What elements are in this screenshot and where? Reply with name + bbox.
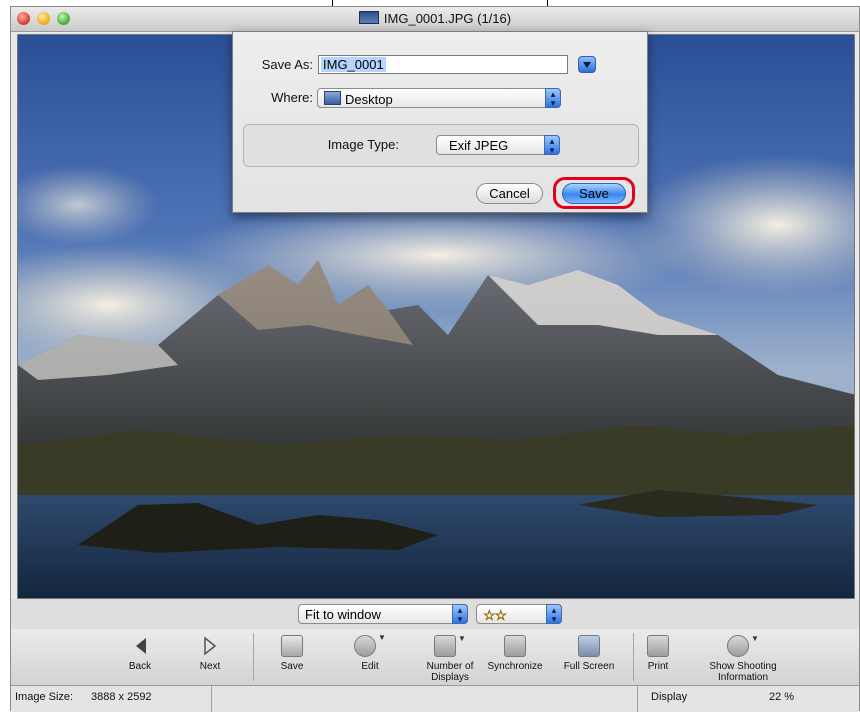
where-popup[interactable]: Desktop ▴ ▾ bbox=[317, 88, 561, 108]
popup-arrows-icon: ▴ ▾ bbox=[544, 135, 560, 155]
expand-dialog-button[interactable] bbox=[578, 56, 596, 73]
print-label: Print bbox=[647, 661, 669, 672]
title-bar[interactable]: IMG_0001.JPG (1/16) bbox=[11, 7, 859, 32]
image-type-popup[interactable]: Exif JPEG ▴ ▾ bbox=[436, 135, 560, 155]
image-file-icon bbox=[358, 11, 379, 24]
synchronize-label: Synchronize bbox=[487, 661, 543, 672]
edit-palette-icon: ▼ bbox=[331, 633, 409, 659]
full-screen-label: Full Screen bbox=[563, 661, 615, 672]
image-type-label: Image Type: bbox=[327, 137, 399, 152]
synchronize-button[interactable]: Synchronize bbox=[476, 633, 554, 672]
image-size-value: 3888 x 2592 bbox=[91, 691, 152, 703]
popup-arrows-icon: ▴ ▾ bbox=[452, 604, 468, 624]
image-type-group: Image Type: Exif JPEG ▴ ▾ bbox=[243, 124, 639, 167]
back-label: Back bbox=[128, 661, 152, 672]
save-dialog: Save As: IMG_0001 Where: Desktop ▴ ▾ Imag… bbox=[232, 31, 648, 213]
fit-to-window-select[interactable]: Fit to window ▴ ▾ bbox=[298, 604, 468, 624]
image-size-label: Image Size: bbox=[15, 691, 74, 703]
show-shooting-information-label: Show Shooting Information bbox=[709, 661, 777, 683]
save-as-value: IMG_0001 bbox=[321, 57, 386, 72]
save-button-highlight bbox=[553, 177, 635, 209]
where-label: Where: bbox=[271, 90, 313, 105]
printer-icon bbox=[619, 633, 697, 659]
desktop-folder-icon bbox=[324, 91, 341, 105]
edit-button[interactable]: ▼ Edit bbox=[331, 633, 409, 672]
popup-arrows-icon: ▴ ▾ bbox=[545, 88, 561, 108]
info-icon: ▼ bbox=[693, 633, 793, 659]
number-of-displays-label: Number of Displays bbox=[426, 661, 474, 683]
back-arrow-icon bbox=[136, 638, 146, 654]
image-viewer-window: IMG_0001.JPG (1/16) Save As: IMG_0001 Wh… bbox=[10, 6, 860, 712]
save-folder-icon bbox=[253, 633, 331, 659]
next-arrow-icon bbox=[204, 636, 217, 656]
fit-value: Fit to window bbox=[305, 607, 381, 622]
status-separator bbox=[211, 686, 212, 712]
popup-arrows-icon: ▴ ▾ bbox=[546, 604, 562, 624]
next-button[interactable]: Next bbox=[171, 633, 249, 672]
show-shooting-information-button[interactable]: ▼ Show Shooting Information bbox=[693, 633, 793, 683]
cancel-button[interactable]: Cancel bbox=[476, 183, 543, 204]
full-screen-button[interactable]: Full Screen bbox=[550, 633, 628, 672]
back-button[interactable]: Back bbox=[101, 633, 179, 672]
where-value: Desktop bbox=[345, 92, 393, 107]
status-separator bbox=[637, 686, 638, 712]
image-type-value: Exif JPEG bbox=[449, 138, 509, 153]
display-label: Display bbox=[651, 691, 688, 703]
save-as-field[interactable]: IMG_0001 bbox=[318, 55, 568, 74]
save-as-label: Save As: bbox=[261, 57, 313, 72]
view-options-bar: Fit to window ▴ ▾ ☆☆ ▴ ▾ bbox=[11, 599, 859, 630]
synchronize-icon bbox=[476, 633, 554, 659]
edit-label: Edit bbox=[361, 661, 379, 672]
display-value: 22 % bbox=[769, 691, 795, 703]
monitor-icon bbox=[550, 633, 628, 659]
window-title: IMG_0001.JPG (1/16) bbox=[11, 11, 859, 26]
status-bar: Image Size: 3888 x 2592 Display 22 % bbox=[11, 686, 859, 712]
rating-select[interactable]: ☆☆ ▴ ▾ bbox=[476, 604, 562, 624]
window-title-text: IMG_0001.JPG (1/16) bbox=[383, 11, 512, 26]
rating-stars: ☆☆ bbox=[483, 607, 508, 624]
print-button[interactable]: Print bbox=[619, 633, 697, 672]
save-toolbar-label: Save bbox=[280, 661, 304, 672]
next-label: Next bbox=[199, 661, 221, 672]
main-toolbar: Back Next Save ▼ Edit ▼ Number of Displa… bbox=[11, 629, 859, 686]
save-toolbar-button[interactable]: Save bbox=[253, 633, 331, 672]
